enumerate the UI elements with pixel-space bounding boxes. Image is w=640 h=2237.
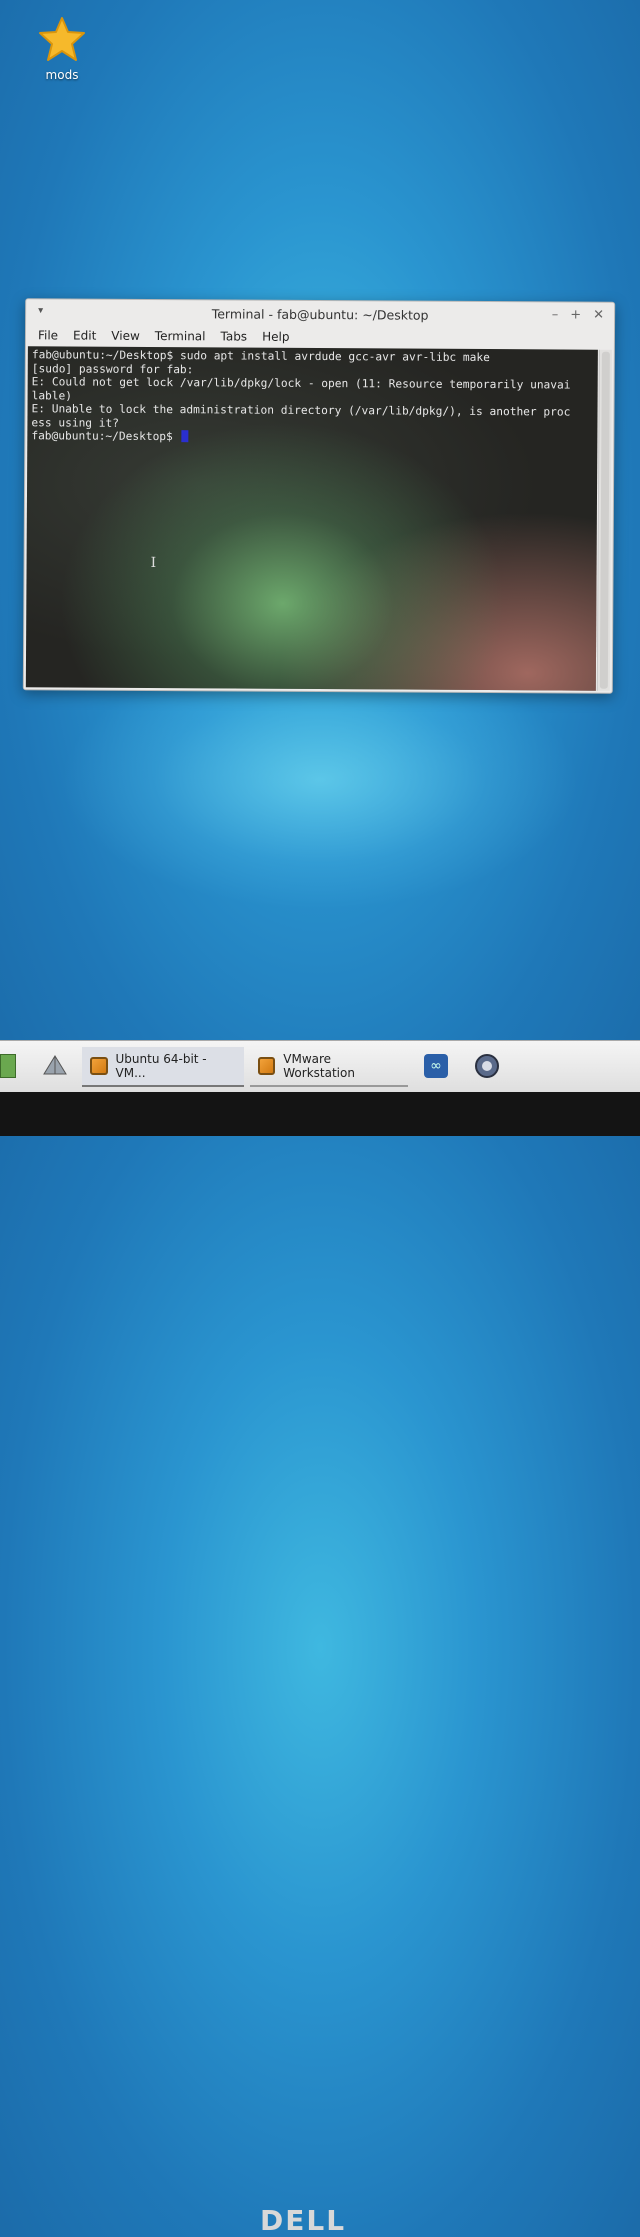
ibeam-cursor-icon: I <box>150 554 157 572</box>
menu-file[interactable]: File <box>38 328 58 342</box>
monitor-bezel: DELL <box>0 1092 640 2237</box>
infinity-icon: ∞ <box>424 1054 448 1078</box>
taskbar-app-label: Ubuntu 64-bit - VM... <box>115 1052 207 1080</box>
menu-help[interactable]: Help <box>262 330 289 344</box>
window-titlebar[interactable]: ▾ Terminal - fab@ubuntu: ~/Desktop – + ✕ <box>26 299 614 329</box>
vmware-icon <box>90 1057 108 1075</box>
taskbar-tray-app[interactable] <box>474 1047 500 1085</box>
circle-app-icon <box>475 1054 499 1078</box>
vmware-icon <box>258 1057 276 1075</box>
minimize-button[interactable]: – <box>552 307 559 322</box>
desktop-icon-label: mods <box>45 68 79 82</box>
taskbar-launcher-icon[interactable] <box>0 1047 18 1085</box>
maximize-button[interactable]: + <box>570 308 581 323</box>
pyramid-icon <box>43 1055 67 1075</box>
taskbar: Ubuntu 64-bit - VM... VMware Workstation… <box>0 1040 640 1093</box>
scrollbar-thumb[interactable] <box>599 351 610 689</box>
menu-terminal[interactable]: Terminal <box>155 329 206 343</box>
brand-logo: DELL <box>260 2204 347 2237</box>
terminal-window[interactable]: ▾ Terminal - fab@ubuntu: ~/Desktop – + ✕… <box>22 298 616 694</box>
menu-view[interactable]: View <box>111 329 140 343</box>
menu-edit[interactable]: Edit <box>73 328 96 342</box>
terminal-prompt: fab@ubuntu:~/Desktop$ <box>31 429 180 444</box>
window-title: Terminal - fab@ubuntu: ~/Desktop <box>211 306 429 323</box>
terminal-prompt-line: fab@ubuntu:~/Desktop$ <box>31 429 593 446</box>
star-icon <box>39 17 85 61</box>
close-button[interactable]: ✕ <box>593 308 604 323</box>
terminal-scrollbar[interactable] <box>596 349 612 691</box>
app-launcher-icon <box>0 1054 16 1078</box>
menu-tabs[interactable]: Tabs <box>220 329 247 343</box>
text-cursor <box>181 430 189 443</box>
taskbar-app-vmware-workstation[interactable]: VMware Workstation <box>250 1047 408 1087</box>
taskbar-app-label: VMware Workstation <box>283 1052 355 1080</box>
taskbar-show-desktop[interactable] <box>42 1047 68 1085</box>
desktop-icon-mods[interactable]: mods <box>30 16 94 82</box>
menu-bar: File Edit View Terminal Tabs Help <box>26 325 614 349</box>
terminal-output[interactable]: fab@ubuntu:~/Desktop$ sudo apt install a… <box>25 346 598 691</box>
taskbar-app-ubuntu-vm[interactable]: Ubuntu 64-bit - VM... <box>82 1047 244 1087</box>
taskbar-arduino[interactable]: ∞ <box>424 1047 448 1085</box>
